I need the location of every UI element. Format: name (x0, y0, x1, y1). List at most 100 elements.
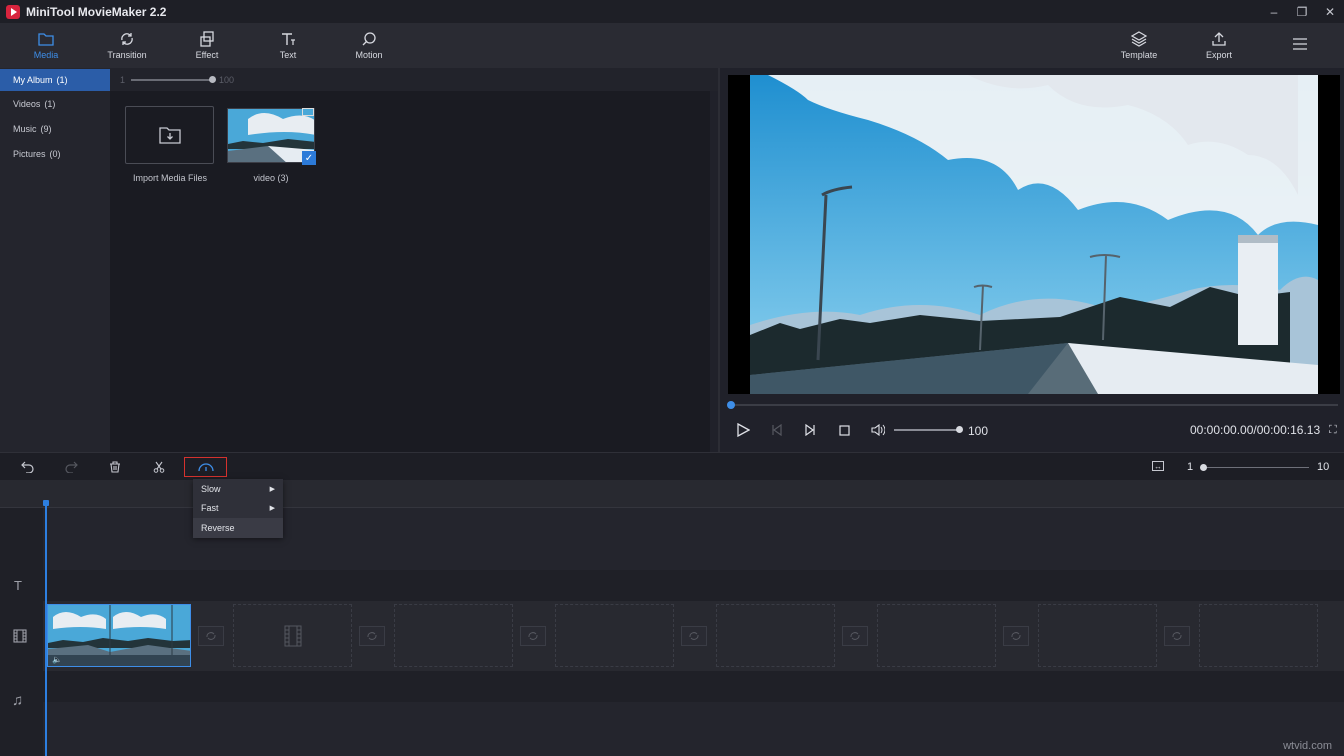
speedometer-icon (197, 461, 215, 473)
playhead[interactable] (45, 503, 47, 756)
menu-item-label: Reverse (201, 523, 235, 533)
tab-text[interactable]: Text (248, 23, 328, 68)
menu-button[interactable] (1260, 23, 1340, 68)
menu-item-slow[interactable]: Slow ▶ (193, 479, 283, 499)
menu-item-fast[interactable]: Fast ▶ (193, 499, 283, 519)
title-bar: MiniTool MovieMaker 2.2 – ❐ ✕ (0, 0, 1344, 23)
tab-effect[interactable]: Effect (167, 23, 247, 68)
transition-icon (1171, 631, 1183, 641)
previous-frame-icon (771, 424, 783, 436)
thumbnail-zoom-bar: 1 100 (110, 68, 718, 91)
sidebar-item-videos[interactable]: Videos (1) (0, 91, 110, 116)
export-label: Export (1206, 50, 1232, 60)
sidebar-item-label: Pictures (13, 149, 46, 159)
transition-slot[interactable] (681, 626, 707, 646)
menu-item-reverse[interactable]: Reverse (193, 518, 283, 538)
sidebar-item-music[interactable]: Music (9) (0, 116, 110, 141)
undo-icon (21, 461, 34, 473)
empty-clip-slot[interactable] (877, 604, 996, 667)
stop-button[interactable] (835, 422, 853, 438)
transition-slot[interactable] (359, 626, 385, 646)
redo-icon (65, 461, 78, 473)
tab-motion[interactable]: Motion (329, 23, 409, 68)
transition-slot[interactable] (198, 626, 224, 646)
tab-transition[interactable]: Transition (87, 23, 167, 68)
tab-media-label: Media (34, 50, 59, 60)
template-button[interactable]: Template (1099, 23, 1179, 68)
import-media-label: Import Media Files (120, 173, 220, 183)
video-type-icon (302, 108, 314, 116)
sidebar-item-label: My Album (13, 75, 53, 85)
undo-button[interactable] (18, 458, 36, 476)
transition-slot[interactable] (520, 626, 546, 646)
empty-clip-slot[interactable] (716, 604, 835, 667)
hamburger-icon (1292, 36, 1308, 52)
empty-clip-slot[interactable] (1038, 604, 1157, 667)
tab-media[interactable]: Media (6, 23, 86, 68)
speed-button[interactable] (184, 457, 227, 477)
redo-button[interactable] (62, 458, 80, 476)
submenu-arrow-icon: ▶ (270, 504, 275, 512)
timeline-zoom-knob[interactable] (1200, 464, 1207, 471)
transition-icon (119, 31, 135, 47)
stop-icon (839, 425, 850, 436)
previous-frame-button[interactable] (768, 422, 786, 438)
clip-audio-icon[interactable]: 🔈 (52, 655, 62, 664)
speed-menu: Slow ▶ Fast ▶ Reverse (193, 479, 283, 537)
track-header-column: T ♫ (0, 508, 43, 756)
playhead-handle[interactable] (43, 500, 49, 506)
volume-button[interactable] (869, 422, 887, 438)
timecode-display: 00:00:00.00/00:00:16.13 (1190, 423, 1320, 437)
volume-icon (871, 424, 885, 436)
import-media-button[interactable] (125, 106, 214, 164)
text-track[interactable] (43, 570, 1344, 601)
fit-timeline-icon[interactable]: ↔ (1152, 461, 1164, 471)
volume-knob[interactable] (956, 426, 963, 433)
media-scrollbar[interactable] (710, 91, 718, 452)
next-frame-button[interactable] (801, 422, 819, 438)
sidebar-item-label: Videos (13, 99, 40, 109)
playback-progress-bar[interactable] (730, 404, 1338, 406)
thumbnail-zoom-knob[interactable] (209, 76, 216, 83)
next-frame-icon (804, 424, 816, 436)
empty-clip-slot[interactable] (1199, 604, 1318, 667)
media-sidebar: My Album (1) Videos (1) Music (9) Pictur… (0, 68, 110, 452)
restore-button[interactable]: ❐ (1288, 0, 1316, 23)
transition-slot[interactable] (1003, 626, 1029, 646)
text-icon (280, 31, 296, 47)
audio-track[interactable] (43, 671, 1344, 702)
selected-check-icon[interactable]: ✓ (302, 151, 316, 165)
film-placeholder-icon (284, 625, 302, 647)
empty-clip-slot[interactable] (555, 604, 674, 667)
sidebar-item-my-album[interactable]: My Album (1) (0, 69, 110, 91)
play-button[interactable] (734, 422, 752, 438)
sidebar-item-count: (1) (44, 99, 55, 109)
export-button[interactable]: Export (1179, 23, 1259, 68)
timeline-video-clip[interactable]: 🔈 (47, 604, 191, 667)
sidebar-item-count: (0) (50, 149, 61, 159)
minimize-button[interactable]: – (1260, 0, 1288, 23)
lower-track-area (43, 702, 1344, 756)
split-button[interactable] (150, 458, 168, 476)
submenu-arrow-icon: ▶ (270, 485, 275, 493)
layers-icon (1131, 31, 1147, 47)
transition-slot[interactable] (842, 626, 868, 646)
close-button[interactable]: ✕ (1316, 0, 1344, 23)
timeline-zoom-slider[interactable] (1203, 467, 1309, 468)
menu-item-label: Fast (201, 503, 219, 513)
music-track-icon: ♫ (12, 692, 23, 709)
transition-slot[interactable] (1164, 626, 1190, 646)
delete-button[interactable] (106, 458, 124, 476)
sidebar-item-pictures[interactable]: Pictures (0) (0, 141, 110, 166)
window-controls: – ❐ ✕ (1260, 0, 1344, 23)
tab-motion-label: Motion (355, 50, 382, 60)
empty-clip-slot[interactable] (394, 604, 513, 667)
template-label: Template (1121, 50, 1158, 60)
thumbnail-zoom-slider[interactable] (131, 79, 213, 81)
volume-slider[interactable] (894, 429, 960, 431)
transition-icon (366, 631, 378, 641)
fullscreen-icon[interactable]: ⛶ (1329, 424, 1337, 437)
preview-panel: 100 00:00:00.00/00:00:16.13 ⛶ (718, 68, 1344, 452)
empty-clip-slot[interactable] (233, 604, 352, 667)
playback-progress-knob[interactable] (727, 401, 735, 409)
